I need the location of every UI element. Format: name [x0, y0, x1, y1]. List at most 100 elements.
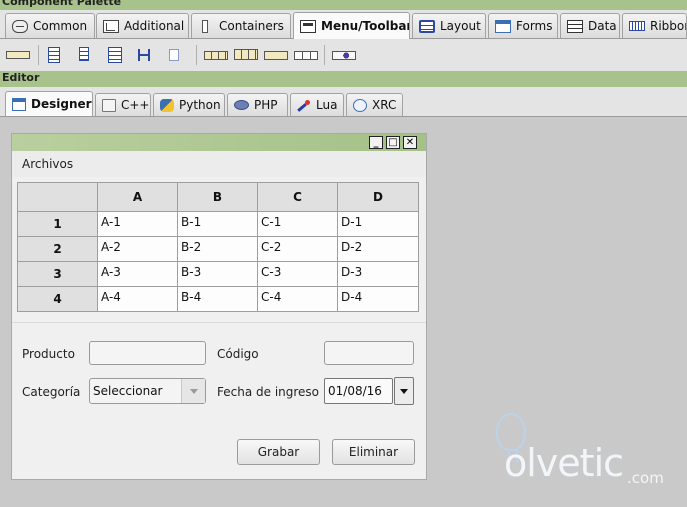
grid-row-header[interactable]: 2	[17, 236, 98, 262]
table-row: 4 A-4 B-4 C-4 D-4	[17, 286, 419, 312]
maximize-icon[interactable]: □	[386, 136, 400, 149]
editor-title: Editor	[2, 71, 40, 84]
forms-icon	[495, 19, 511, 33]
grid-cell[interactable]: D-1	[337, 211, 419, 237]
tab-label: C++	[121, 98, 150, 112]
grid-cell[interactable]: B-1	[177, 211, 258, 237]
tab-label: Forms	[516, 19, 553, 33]
submenu-icon[interactable]	[106, 47, 124, 63]
table-row: 3 A-3 B-3 C-3 D-3	[17, 261, 419, 287]
grid-cell[interactable]: D-3	[337, 261, 419, 287]
grid-corner[interactable]	[17, 182, 98, 212]
tab-ribbon[interactable]: Ribbon	[622, 13, 687, 38]
grid-cell[interactable]: C-1	[257, 211, 338, 237]
grid-cell[interactable]: A-3	[97, 261, 178, 287]
tab-forms[interactable]: Forms	[488, 13, 558, 38]
tab-label: Data	[588, 19, 617, 33]
categoria-label: Categoría	[22, 385, 81, 399]
date-picker-dropdown-icon[interactable]	[394, 377, 414, 405]
watermark-text: olvetic	[504, 441, 624, 485]
grid-cell[interactable]: A-2	[97, 236, 178, 262]
tab-label: Additional	[124, 19, 185, 33]
containers-icon	[202, 19, 208, 33]
tab-php[interactable]: PHP	[227, 93, 288, 116]
xrc-icon	[353, 98, 367, 112]
producto-input[interactable]	[89, 341, 206, 365]
codigo-input[interactable]	[324, 341, 414, 365]
tab-label: Python	[179, 98, 221, 112]
component-palette-header: Component Palette	[0, 0, 687, 10]
aui-toolbar-icon[interactable]	[234, 47, 258, 63]
grid-cell[interactable]: C-3	[257, 261, 338, 287]
separator-item-icon[interactable]	[136, 47, 154, 63]
grid-cell[interactable]: A-4	[97, 286, 178, 312]
data-icon	[567, 19, 583, 33]
component-palette-title: Component Palette	[2, 0, 122, 8]
menu-item-icon[interactable]	[76, 47, 94, 63]
grid-table[interactable]: A B C D 1 A-1 B-1 C-1 D-1 2 A-2 B-2 C-2 …	[17, 182, 419, 312]
tab-label: XRC	[372, 98, 397, 112]
tab-label: Ribbon	[650, 19, 686, 33]
tool-separator-icon[interactable]	[294, 47, 318, 63]
grabar-button[interactable]: Grabar	[237, 439, 320, 465]
grid-column-header[interactable]: C	[257, 182, 338, 212]
fecha-label: Fecha de ingreso	[217, 385, 320, 399]
categoria-select-value: Seleccionar	[93, 384, 163, 398]
tool-icon[interactable]	[264, 47, 288, 63]
grid-column-header[interactable]: A	[97, 182, 178, 212]
grid-cell[interactable]: B-3	[177, 261, 258, 287]
grid-cell[interactable]: D-2	[337, 236, 419, 262]
grid-cell[interactable]: B-4	[177, 286, 258, 312]
grid-column-header[interactable]: B	[177, 182, 258, 212]
grid-cell[interactable]: C-2	[257, 236, 338, 262]
tab-common[interactable]: Common	[5, 13, 95, 38]
grid-column-header[interactable]: D	[337, 182, 419, 212]
tab-python[interactable]: Python	[153, 93, 225, 116]
toolbar-separator	[324, 45, 325, 65]
fecha-input[interactable]: 01/08/16	[324, 378, 393, 404]
tab-label: Menu/Toolbar	[321, 19, 410, 33]
close-icon[interactable]: ✕	[403, 136, 417, 149]
grid-cell[interactable]: B-2	[177, 236, 258, 262]
toolbar-separator	[38, 45, 39, 65]
frame-titlebar[interactable]: _ □ ✕	[12, 134, 426, 151]
eliminar-button[interactable]: Eliminar	[332, 439, 415, 465]
editor-header: Editor	[0, 71, 687, 87]
ribbon-icon	[629, 21, 645, 31]
tab-layout[interactable]: Layout	[412, 13, 486, 38]
tab-xrc[interactable]: XRC	[346, 93, 403, 116]
toolbar-icon[interactable]	[204, 47, 228, 63]
chevron-down-icon[interactable]	[181, 379, 205, 403]
grid-row-header[interactable]: 3	[17, 261, 98, 287]
grid-row-header[interactable]: 1	[17, 211, 98, 237]
menu-archivos[interactable]: Archivos	[22, 157, 73, 171]
tab-containers[interactable]: Containers	[191, 13, 291, 38]
tab-menu-toolbar[interactable]: Menu/Toolbar	[293, 12, 410, 39]
editor-tab-bar: Designer C++ Python PHP Lua XRC	[0, 87, 687, 117]
categoria-select[interactable]: Seleccionar	[89, 378, 206, 404]
tab-additional[interactable]: Additional	[96, 13, 189, 38]
tab-data[interactable]: Data	[560, 13, 620, 38]
tab-label: Lua	[316, 98, 338, 112]
menu-icon[interactable]	[46, 47, 64, 63]
minimize-icon[interactable]: _	[369, 136, 383, 149]
layout-icon	[419, 19, 435, 33]
grid-cell[interactable]: D-4	[337, 286, 419, 312]
common-icon	[12, 19, 28, 33]
statusbar-icon[interactable]	[332, 47, 356, 63]
tab-cpp[interactable]: C++	[95, 93, 151, 116]
grid-cell[interactable]: A-1	[97, 211, 178, 237]
seperator-icon[interactable]	[166, 47, 184, 63]
watermark-suffix: .com	[627, 469, 664, 487]
tab-label: Layout	[440, 19, 481, 33]
tab-label: Common	[33, 19, 88, 33]
grid-header-row: A B C D	[17, 182, 419, 212]
tab-lua[interactable]: Lua	[290, 93, 344, 116]
tab-label: PHP	[254, 98, 278, 112]
data-grid[interactable]: A B C D 1 A-1 B-1 C-1 D-1 2 A-2 B-2 C-2 …	[17, 182, 419, 312]
grid-row-header[interactable]: 4	[17, 286, 98, 312]
grid-cell[interactable]: C-4	[257, 286, 338, 312]
menubar-icon[interactable]	[6, 47, 30, 63]
designer-frame[interactable]: _ □ ✕ Archivos A B C D 1 A-1 B-1 C-1 D-1…	[11, 133, 427, 480]
tab-designer[interactable]: Designer	[5, 91, 93, 116]
